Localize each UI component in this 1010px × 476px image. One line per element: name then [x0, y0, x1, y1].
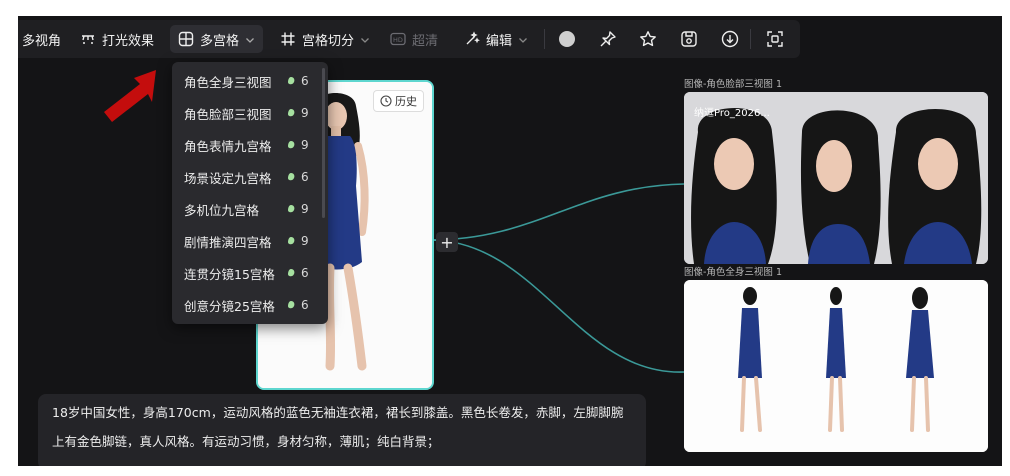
save-image-icon[interactable]: [680, 30, 698, 48]
history-label: 历史: [395, 95, 417, 108]
credit-icon: [288, 237, 295, 245]
history-button[interactable]: 历史: [373, 90, 424, 112]
menu-item-label: 角色脸部三视图: [184, 106, 272, 122]
dropdown-scrollbar[interactable]: [322, 68, 325, 218]
credit-cost: 6: [286, 74, 309, 88]
credit-icon: [288, 109, 295, 117]
menu-item-expression-nine-grid[interactable]: 角色表情九宫格 9: [172, 130, 322, 160]
grid-icon: [178, 31, 194, 47]
toolbar-divider: [544, 29, 545, 49]
credit-value: 6: [301, 170, 309, 184]
focus-frame-icon[interactable]: [766, 30, 784, 48]
face-three-view-node[interactable]: 纳逗Pro_2026...: [684, 92, 988, 264]
multi-grid-dropdown: 角色全身三视图 6 角色脸部三视图 9 角色表情九宫格 9 场景设定九宫格 6 …: [172, 62, 328, 324]
canvas[interactable]: 多视角 打光效果 多宫格 宫格切分 HD 超清 编辑 历史 角色全身三视图 6 …: [18, 16, 1002, 466]
credit-cost: 9: [286, 202, 309, 216]
full-body-three-view-image: [684, 280, 988, 452]
credit-value: 9: [301, 202, 309, 216]
menu-item-label: 角色全身三视图: [184, 74, 272, 90]
grid-split-button[interactable]: 宫格切分: [280, 20, 370, 58]
edit-label: 编辑: [486, 33, 513, 49]
credit-value: 9: [301, 138, 309, 152]
menu-item-multi-camera-nine-grid[interactable]: 多机位九宫格 9: [172, 194, 322, 224]
credit-icon: [288, 269, 295, 277]
color-picker-button[interactable]: [558, 30, 576, 48]
credit-icon: [288, 141, 295, 149]
multi-grid-button[interactable]: 多宫格: [170, 25, 264, 53]
credit-icon: [288, 77, 295, 85]
body-node-title: 图像-角色全身三视图 1: [684, 267, 782, 278]
credit-value: 9: [301, 106, 309, 120]
credit-icon: [288, 173, 295, 181]
prompt-text: 18岁中国女性，身高170cm，运动风格的蓝色无袖连衣裙，裙长到膝盖。黑色长卷发…: [52, 405, 624, 449]
hd-icon: HD: [390, 31, 406, 47]
chevron-down-icon: [518, 34, 528, 44]
prompt-text-box[interactable]: 18岁中国女性，身高170cm，运动风格的蓝色无袖连衣裙，裙长到膝盖。黑色长卷发…: [38, 394, 646, 466]
pin-icon[interactable]: [599, 30, 617, 48]
credit-icon: [288, 205, 295, 213]
edit-button[interactable]: 编辑: [464, 20, 528, 58]
toolbar: 多视角 打光效果 多宫格 宫格切分 HD 超清 编辑: [18, 20, 800, 58]
menu-item-label: 连贯分镜15宫格: [184, 266, 275, 282]
credit-cost: 6: [286, 298, 309, 312]
full-body-three-view-node[interactable]: [684, 280, 988, 452]
credit-icon: [288, 301, 295, 309]
credit-value: 6: [301, 74, 309, 88]
menu-item-creative-25-grid[interactable]: 创意分镜25宫格 6: [172, 290, 322, 320]
grid-split-label: 宫格切分: [302, 33, 355, 49]
magic-wand-icon: [464, 31, 480, 47]
lighting-label: 打光效果: [102, 33, 155, 49]
credit-value: 6: [301, 298, 309, 312]
download-icon[interactable]: [721, 30, 739, 48]
hd-button[interactable]: HD 超清: [390, 20, 438, 58]
model-tag: 纳逗Pro_2026...: [694, 108, 770, 119]
menu-item-storyboard-15-grid[interactable]: 连贯分镜15宫格 6: [172, 258, 322, 288]
multi-view-label: 多视角: [22, 33, 62, 49]
credit-cost: 9: [286, 106, 309, 120]
multi-grid-label: 多宫格: [200, 33, 240, 49]
menu-item-label: 场景设定九宫格: [184, 170, 272, 186]
menu-item-label: 角色表情九宫格: [184, 138, 272, 154]
red-arrow-annotation: [104, 70, 156, 122]
chevron-up-icon: [245, 34, 255, 44]
menu-item-face-three-view[interactable]: 角色脸部三视图 9: [172, 98, 322, 128]
menu-item-scene-nine-grid[interactable]: 场景设定九宫格 6: [172, 162, 322, 192]
menu-item-label: 剧情推演四宫格: [184, 234, 272, 250]
hd-label: 超清: [412, 33, 439, 49]
plus-icon: +: [440, 232, 454, 252]
menu-item-plot-four-grid[interactable]: 剧情推演四宫格 9: [172, 226, 322, 256]
history-icon: [380, 95, 392, 107]
menu-item-full-body-three-view[interactable]: 角色全身三视图 6: [172, 66, 322, 96]
credit-value: 6: [301, 266, 309, 280]
star-icon[interactable]: [639, 30, 657, 48]
credit-cost: 6: [286, 170, 309, 184]
hash-icon: [280, 31, 296, 47]
multi-view-button[interactable]: 多视角: [22, 20, 61, 58]
credit-cost: 9: [286, 234, 309, 248]
lighting-button[interactable]: 打光效果: [80, 20, 154, 58]
menu-item-label: 多机位九宫格: [184, 202, 260, 218]
chevron-down-icon: [360, 34, 370, 44]
toolbar-divider: [750, 29, 751, 49]
credit-value: 9: [301, 234, 309, 248]
add-node-button[interactable]: +: [436, 232, 458, 252]
menu-item-label: 创意分镜25宫格: [184, 298, 275, 314]
svg-text:HD: HD: [393, 36, 403, 44]
credit-cost: 9: [286, 138, 309, 152]
credit-cost: 6: [286, 266, 309, 280]
lighting-icon: [80, 31, 96, 47]
face-node-title: 图像-角色脸部三视图 1: [684, 79, 782, 90]
